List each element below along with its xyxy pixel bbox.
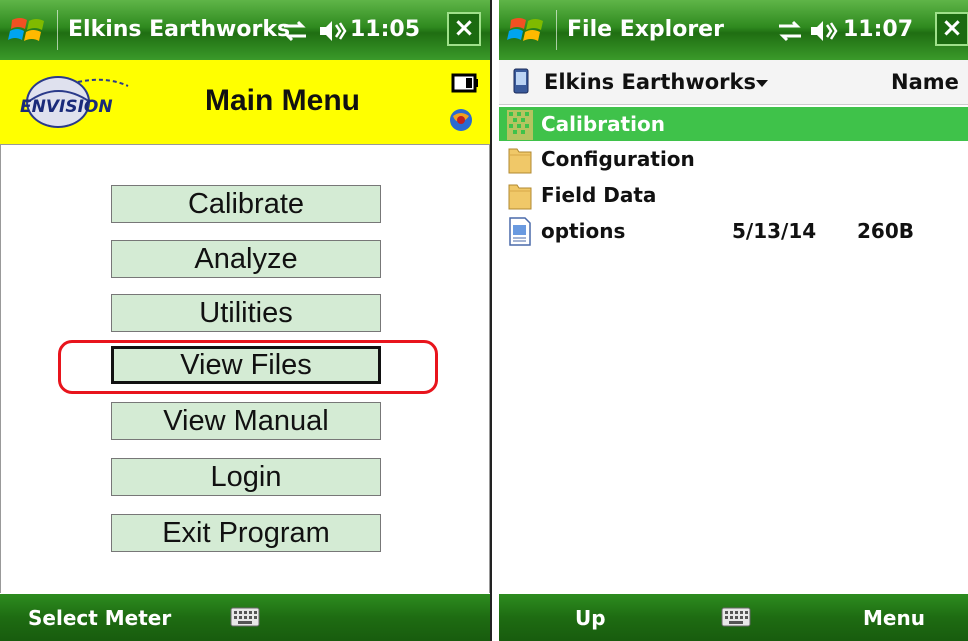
clock[interactable]: 11:05 <box>350 17 420 42</box>
folder-bar: Elkins Earthworks Name <box>499 60 968 105</box>
softkey-bar: Up Menu <box>499 594 968 641</box>
right-device-screen: File Explorer 11:07 × Elkins Earthworks … <box>499 0 968 641</box>
volume-icon[interactable] <box>318 18 348 44</box>
analyze-button[interactable]: Analyze <box>111 240 381 278</box>
window-title: Elkins Earthworks <box>68 17 291 42</box>
folder-dropdown[interactable]: Elkins Earthworks <box>544 70 756 94</box>
keyboard-icon[interactable] <box>721 607 751 627</box>
volume-icon[interactable] <box>809 18 839 44</box>
globe-icon[interactable] <box>449 108 473 132</box>
title-bar: Elkins Earthworks 11:05 × <box>0 0 490 60</box>
chevron-down-icon[interactable] <box>756 80 768 88</box>
title-separator <box>57 10 58 50</box>
connectivity-icon[interactable] <box>775 18 805 44</box>
exit-program-button[interactable]: Exit Program <box>111 514 381 552</box>
connectivity-icon[interactable] <box>280 18 310 44</box>
file-name: options <box>541 219 626 243</box>
keyboard-icon[interactable] <box>230 607 260 627</box>
file-name: Field Data <box>541 183 657 207</box>
file-name: Configuration <box>541 147 695 171</box>
page-title: Main Menu <box>205 84 360 117</box>
title-separator <box>556 10 557 50</box>
sort-dropdown[interactable]: Name <box>891 70 959 94</box>
screen-divider-line <box>490 0 492 641</box>
file-row-field-data[interactable]: Field Data <box>499 178 968 212</box>
folder-icon <box>508 148 532 174</box>
clock[interactable]: 11:07 <box>843 17 913 42</box>
file-name: Calibration <box>541 112 665 136</box>
select-meter-softkey[interactable]: Select Meter <box>28 606 171 630</box>
file-row-options[interactable]: options 5/13/14 260B <box>499 214 968 248</box>
file-date: 5/13/14 <box>732 219 817 243</box>
calibrate-button[interactable]: Calibrate <box>111 185 381 223</box>
highlight-annotation <box>58 340 438 394</box>
folder-icon <box>508 184 532 210</box>
windows-start-icon[interactable] <box>8 12 48 48</box>
close-button[interactable]: × <box>447 12 481 46</box>
softkey-bar: Select Meter <box>0 594 490 641</box>
folder-icon <box>507 110 533 140</box>
window-title: File Explorer <box>567 17 724 42</box>
title-bar: File Explorer 11:07 × <box>499 0 968 60</box>
windows-start-icon[interactable] <box>507 12 547 48</box>
left-device-screen: Elkins Earthworks 11:05 × ENVISION Main … <box>0 0 490 641</box>
document-icon <box>509 217 531 246</box>
close-button[interactable]: × <box>935 12 968 46</box>
battery-icon <box>451 73 478 93</box>
file-row-calibration[interactable]: Calibration <box>499 107 968 141</box>
menu-softkey[interactable]: Menu <box>863 606 925 630</box>
envision-logo: ENVISION <box>20 76 129 128</box>
svg-text:ENVISION: ENVISION <box>20 97 113 117</box>
file-row-configuration[interactable]: Configuration <box>499 142 968 176</box>
device-icon <box>513 68 529 94</box>
login-button[interactable]: Login <box>111 458 381 496</box>
up-softkey[interactable]: Up <box>575 606 606 630</box>
file-size: 260B <box>857 219 914 243</box>
utilities-button[interactable]: Utilities <box>111 294 381 332</box>
view-manual-button[interactable]: View Manual <box>111 402 381 440</box>
app-header: ENVISION Main Menu <box>0 60 490 145</box>
